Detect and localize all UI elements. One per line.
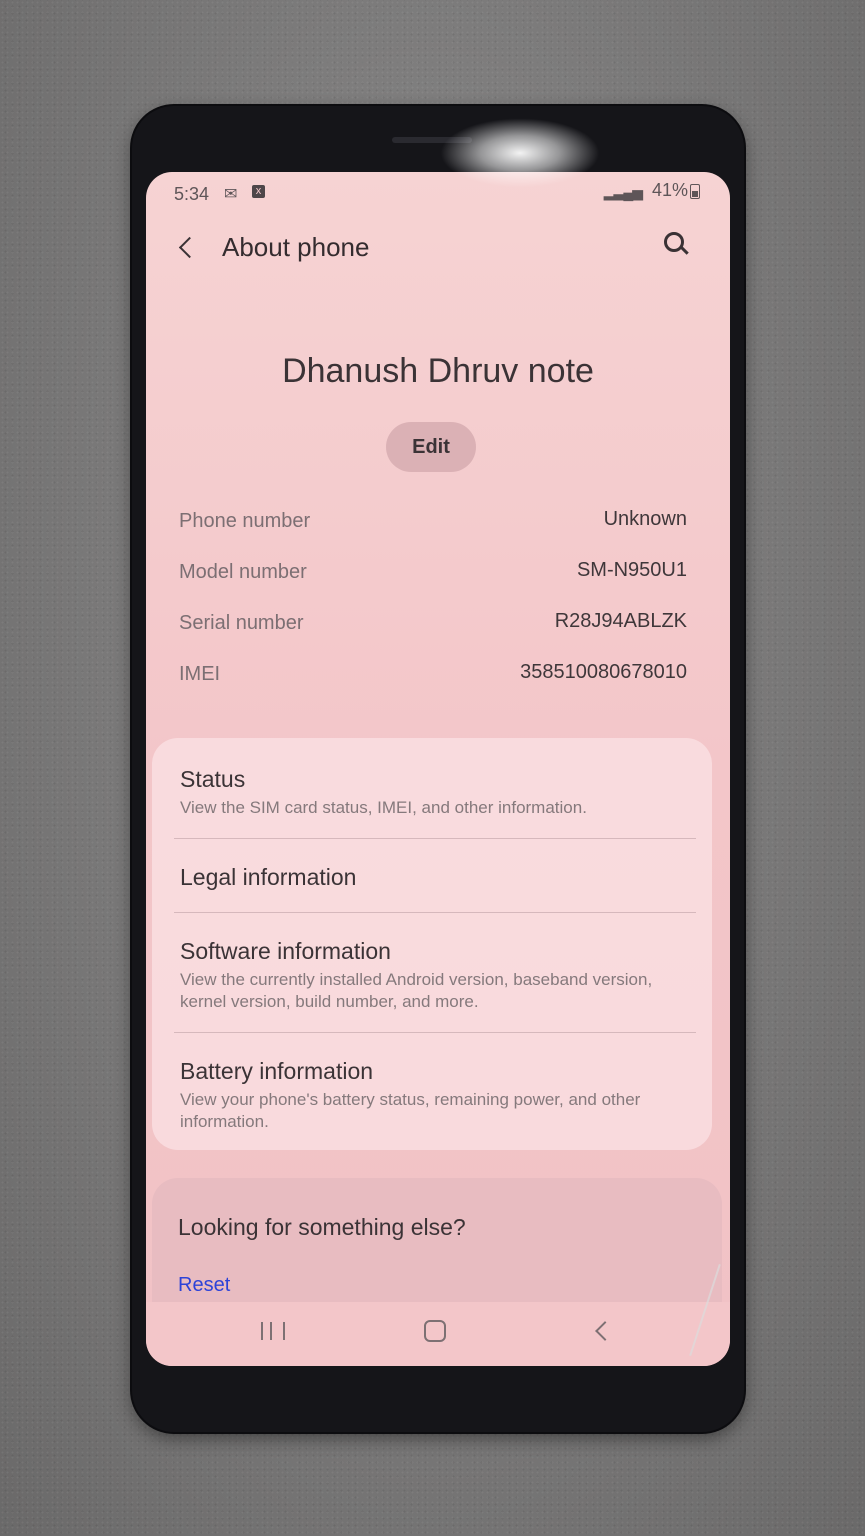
home-icon[interactable]: [424, 1320, 446, 1342]
page-title: About phone: [222, 232, 370, 262]
device-name: Dhanush Dhruv note: [282, 352, 594, 390]
notification-icon: ✉: [224, 186, 238, 203]
info-value: 358510080678010: [520, 661, 687, 683]
info-row-imei: IMEI 358510080678010: [179, 661, 687, 693]
menu-item-subtitle: View your phone's battery status, remain…: [180, 1090, 641, 1131]
info-value: Unknown: [603, 508, 687, 530]
notification-x-icon: x: [252, 185, 265, 198]
app-bar: About phone: [146, 228, 730, 272]
suggestion-title: Looking for something else?: [178, 1214, 466, 1240]
menu-item-legal-information[interactable]: Legal information: [180, 864, 684, 891]
earpiece: [392, 137, 472, 143]
status-time: 5:34: [174, 184, 210, 204]
recent-apps-icon[interactable]: [261, 1322, 285, 1340]
info-label: Model number: [179, 561, 307, 583]
menu-item-subtitle: View the currently installed Android ver…: [180, 970, 653, 1011]
menu-item-battery-information[interactable]: Battery information View your phone's ba…: [180, 1058, 684, 1133]
info-label: Serial number: [179, 612, 304, 634]
menu-item-title: Battery information: [180, 1058, 374, 1084]
menu-item-title: Software information: [180, 938, 391, 964]
menu-item-title: Status: [180, 766, 246, 792]
menu-item-subtitle: View the SIM card status, IMEI, and othe…: [180, 798, 587, 817]
edit-button[interactable]: Edit: [386, 422, 476, 472]
divider: [174, 838, 696, 839]
signal-icon: ▂▃▄▅: [603, 184, 643, 200]
search-icon[interactable]: [664, 232, 689, 255]
screen: 5:34 ✉ x ▂▃▄▅ 41% About phone Dhanush Dh…: [146, 172, 730, 1366]
battery-percent: 41%: [651, 180, 688, 200]
reset-link[interactable]: Reset: [178, 1274, 230, 1297]
settings-menu-card: Status View the SIM card status, IMEI, a…: [152, 738, 712, 1150]
back-arrow-icon[interactable]: [178, 236, 201, 259]
menu-item-status[interactable]: Status View the SIM card status, IMEI, a…: [180, 766, 684, 819]
nav-back-icon[interactable]: [595, 1321, 615, 1341]
divider: [174, 912, 696, 913]
menu-item-title: Legal information: [180, 864, 357, 890]
info-row-model-number: Model number SM-N950U1: [179, 559, 687, 591]
suggestion-card: Looking for something else? Reset: [152, 1178, 722, 1302]
divider: [174, 1032, 696, 1033]
info-label: IMEI: [179, 663, 221, 685]
navigation-bar: [146, 1302, 730, 1366]
status-bar: 5:34 ✉ x ▂▃▄▅ 41%: [146, 172, 730, 216]
battery-icon: [690, 184, 700, 199]
info-value: R28J94ABLZK: [554, 610, 687, 632]
menu-item-software-information[interactable]: Software information View the currently …: [180, 938, 684, 1013]
info-value: SM-N950U1: [576, 559, 687, 581]
info-row-phone-number: Phone number Unknown: [179, 508, 687, 540]
info-label: Phone number: [179, 510, 311, 532]
info-row-serial-number: Serial number R28J94ABLZK: [179, 610, 687, 642]
